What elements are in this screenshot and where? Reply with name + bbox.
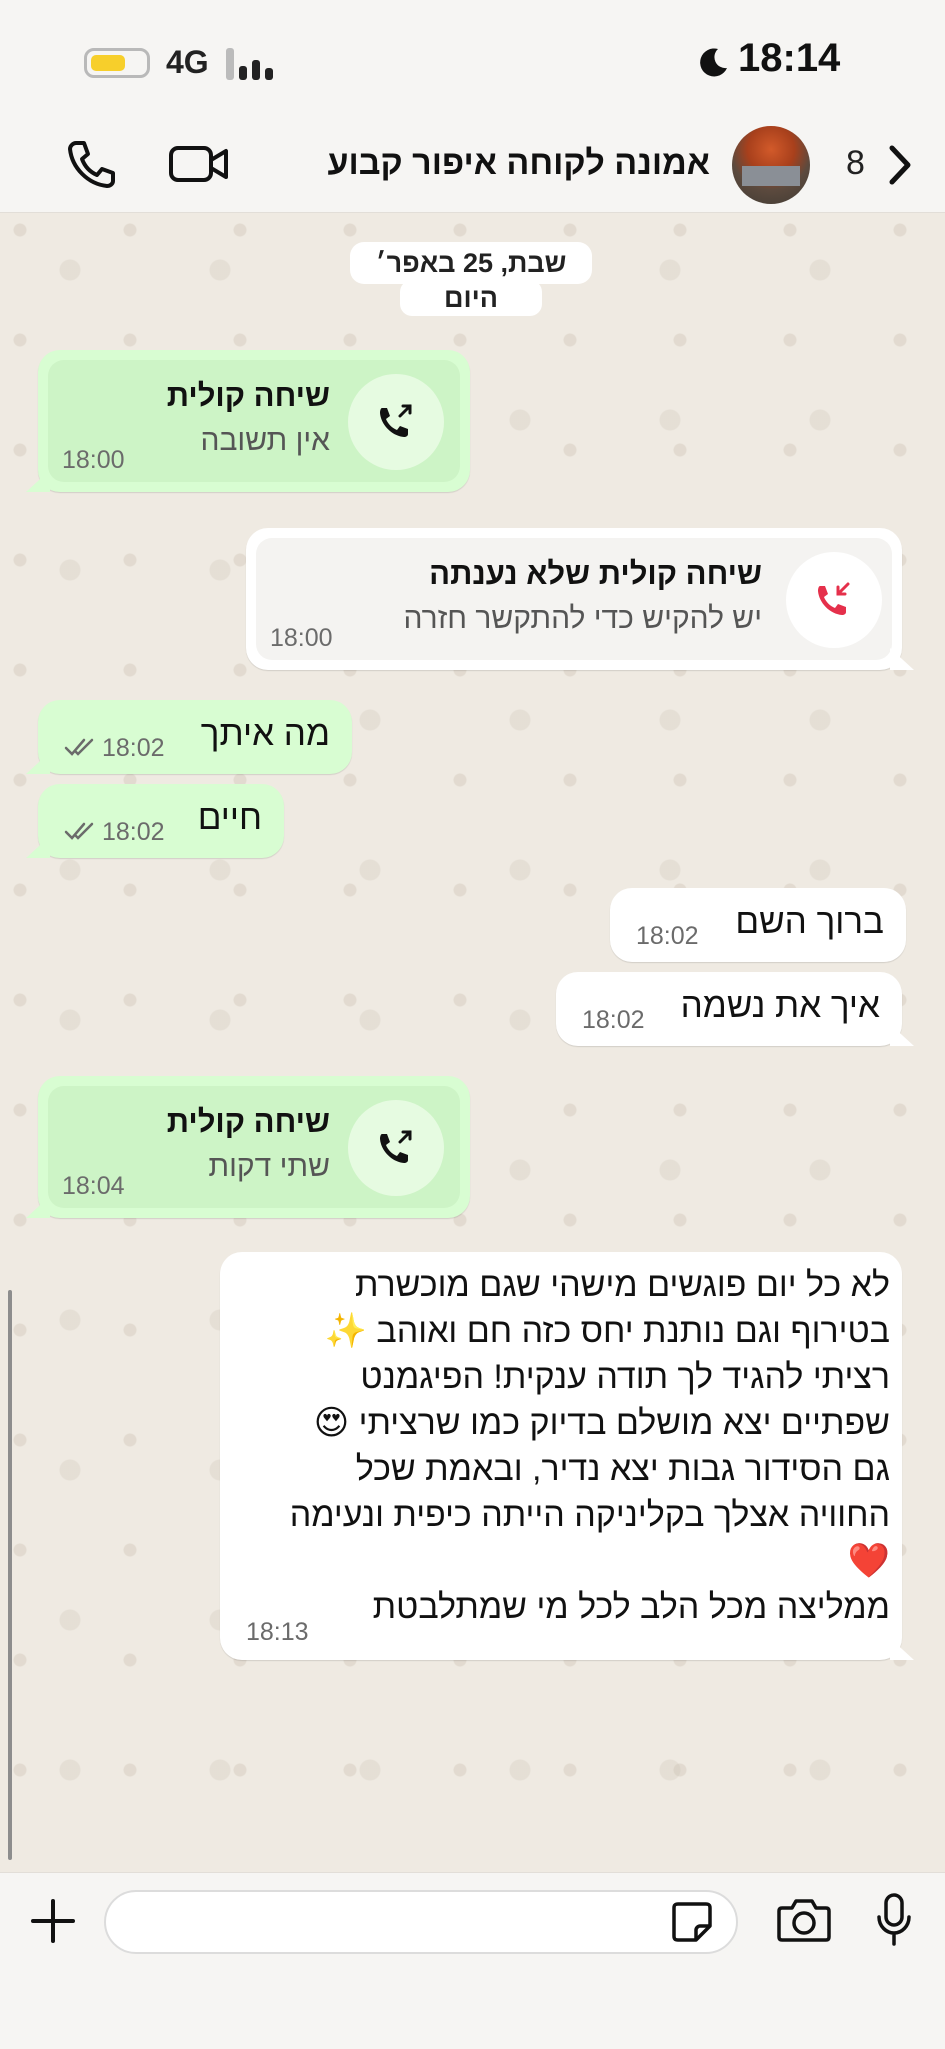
call-icon-circle xyxy=(348,1100,444,1196)
call-status: שתי דקות xyxy=(208,1150,330,1183)
message-line: ❤️ xyxy=(847,1542,890,1580)
call-title: שיחה קולית xyxy=(166,378,330,413)
today-label: היום xyxy=(400,280,542,316)
message-time: 18:02 xyxy=(102,818,165,846)
call-bubble[interactable]: שיחה קולית שתי דקות 18:04 xyxy=(38,1076,470,1218)
camera-icon[interactable] xyxy=(776,1896,832,1944)
signal-icon xyxy=(226,48,276,80)
call-title: שיחה קולית xyxy=(166,1104,330,1139)
moon-icon xyxy=(700,48,727,77)
call-title: שיחה קולית שלא נענתה xyxy=(429,556,762,591)
chat-title[interactable]: אמונה לקוחה איפור קבוע xyxy=(320,144,710,183)
message-time: 18:00 xyxy=(62,446,125,474)
message-bubble[interactable]: מה איתך 18:02 xyxy=(38,700,352,774)
clock: 18:14 xyxy=(738,36,841,80)
battery-icon xyxy=(84,48,150,78)
call-status: אין תשובה xyxy=(200,424,330,457)
avatar[interactable] xyxy=(732,126,810,204)
unread-count[interactable]: 8 xyxy=(846,144,865,183)
sticker-icon[interactable] xyxy=(670,1900,714,1944)
message-text: חיים xyxy=(197,798,262,837)
call-status: יש להקיש כדי להתקשר חזרה xyxy=(403,602,762,635)
read-receipt-icon xyxy=(64,822,94,840)
message-time: 18:04 xyxy=(62,1172,125,1200)
message-line: גם הסידור גבות יצא נדיר, ובאמת שכל xyxy=(355,1450,890,1488)
network-type: 4G xyxy=(166,44,209,80)
message-bubble[interactable]: ברוך השם 18:02 xyxy=(610,888,906,962)
outgoing-call-icon xyxy=(380,1130,412,1163)
call-icon-circle xyxy=(348,374,444,470)
voice-call-icon[interactable] xyxy=(66,138,118,190)
message-line: לא כל יום פוגשים מישהי שגם מוכשרת xyxy=(354,1266,890,1304)
message-time: 18:02 xyxy=(102,734,165,762)
message-text: מה איתך xyxy=(200,714,330,753)
video-call-icon[interactable] xyxy=(168,140,230,188)
microphone-icon[interactable] xyxy=(874,1892,914,1948)
message-text: איך את נשמה xyxy=(680,986,880,1025)
read-receipt-icon xyxy=(64,738,94,756)
outgoing-call-icon xyxy=(380,404,412,437)
message-time: 18:02 xyxy=(582,1006,645,1034)
missed-call-bubble[interactable]: שיחה קולית שלא נענתה יש להקיש כדי להתקשר… xyxy=(246,528,902,670)
message-line: שפתיים יצא מושלם בדיוק כמו שרציתי 😍 xyxy=(313,1404,890,1442)
message-text: ברוך השם xyxy=(735,902,884,941)
message-bubble[interactable]: חיים 18:02 xyxy=(38,784,284,858)
message-time: 18:02 xyxy=(636,922,699,950)
call-bubble[interactable]: שיחה קולית אין תשובה 18:00 xyxy=(38,350,470,492)
missed-call-icon xyxy=(818,582,850,615)
message-bubble[interactable]: איך את נשמה 18:02 xyxy=(556,972,902,1046)
message-time: 18:00 xyxy=(270,624,333,652)
message-line: ממליצה מכל הלב לכל מי שמתלבטת xyxy=(372,1588,890,1626)
call-icon-circle xyxy=(786,552,882,648)
message-line: בטירוף וגם נותנת יחס כזה חם ואוהב ✨ xyxy=(324,1312,890,1350)
message-text: לא כל יום פוגשים מישהי שגם מוכשרת בטירוף… xyxy=(240,1262,890,1630)
message-line: החוויה אצלך בקליניקה הייתה כיפית ונעימה xyxy=(289,1496,890,1534)
date-separator: שבת, 25 באפר׳ xyxy=(350,242,592,284)
plus-icon[interactable] xyxy=(28,1896,78,1946)
chevron-left-icon[interactable] xyxy=(880,140,920,190)
message-line: רציתי להגיד לך תודה ענקית! הפיגמנט xyxy=(360,1358,890,1396)
scrollbar[interactable] xyxy=(8,1290,12,1860)
message-input[interactable] xyxy=(104,1890,738,1954)
